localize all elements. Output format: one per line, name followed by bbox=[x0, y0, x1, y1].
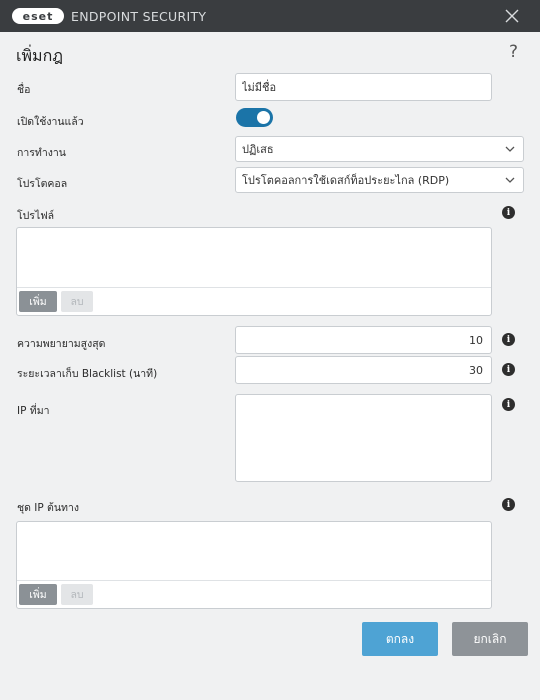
blacklist-label: ระยะเวลาเก็บ Blacklist (นาที) bbox=[17, 368, 158, 380]
profile-add-button[interactable]: เพิ่ม bbox=[19, 291, 57, 312]
dialog-body: เพิ่มกฎ ? ชื่อ เปิดใช้งานแล้ว การทำงาน ป… bbox=[0, 32, 540, 700]
profile-label: โปรไฟล์ bbox=[17, 210, 55, 222]
cancel-button[interactable]: ยกเลิก bbox=[452, 622, 528, 656]
dialog-heading: เพิ่มกฎ bbox=[16, 46, 63, 65]
action-label: การทำงาน bbox=[17, 147, 66, 159]
app-title: ENDPOINT SECURITY bbox=[71, 9, 207, 24]
info-icon[interactable]: i bbox=[502, 363, 515, 376]
ok-button[interactable]: ตกลง bbox=[362, 622, 438, 656]
action-select[interactable]: ปฏิเสธ bbox=[235, 136, 524, 162]
profile-remove-button[interactable]: ลบ bbox=[61, 291, 93, 312]
name-input[interactable] bbox=[235, 73, 492, 101]
profile-list-toolbar: เพิ่ม ลบ bbox=[17, 287, 491, 315]
ip-set-add-button[interactable]: เพิ่ม bbox=[19, 584, 57, 605]
chevron-down-icon bbox=[505, 177, 515, 183]
source-ip-label: IP ที่มา bbox=[17, 405, 50, 417]
blacklist-input[interactable] bbox=[235, 356, 492, 384]
protocol-select[interactable]: โปรโตคอลการใช้เดสก์ท็อประยะไกล (RDP) bbox=[235, 167, 524, 193]
help-icon[interactable]: ? bbox=[509, 42, 518, 62]
source-ip-textarea[interactable] bbox=[235, 394, 492, 482]
info-icon[interactable]: i bbox=[502, 398, 515, 411]
toggle-knob bbox=[257, 111, 270, 124]
max-attempts-input[interactable] bbox=[235, 326, 492, 354]
name-label: ชื่อ bbox=[17, 84, 31, 96]
close-icon[interactable] bbox=[504, 8, 520, 24]
ip-set-remove-button[interactable]: ลบ bbox=[61, 584, 93, 605]
protocol-value: โปรโตคอลการใช้เดสก์ท็อประยะไกล (RDP) bbox=[242, 174, 450, 187]
profile-list[interactable]: เพิ่ม ลบ bbox=[16, 227, 492, 316]
action-value: ปฏิเสธ bbox=[242, 143, 274, 156]
enabled-label: เปิดใช้งานแล้ว bbox=[17, 116, 84, 128]
source-ip-set-label: ชุด IP ต้นทาง bbox=[17, 502, 79, 514]
title-bar: eset ENDPOINT SECURITY bbox=[0, 0, 540, 32]
info-icon[interactable]: i bbox=[502, 498, 515, 511]
source-ip-set-list[interactable]: เพิ่ม ลบ bbox=[16, 521, 492, 609]
ip-set-list-toolbar: เพิ่ม ลบ bbox=[17, 580, 491, 608]
enabled-toggle[interactable] bbox=[236, 108, 273, 127]
protocol-label: โปรโตคอล bbox=[17, 178, 68, 190]
info-icon[interactable]: i bbox=[502, 206, 515, 219]
max-attempts-label: ความพยายามสูงสุด bbox=[17, 338, 106, 350]
info-icon[interactable]: i bbox=[502, 333, 515, 346]
eset-logo: eset bbox=[12, 8, 64, 24]
chevron-down-icon bbox=[505, 146, 515, 152]
